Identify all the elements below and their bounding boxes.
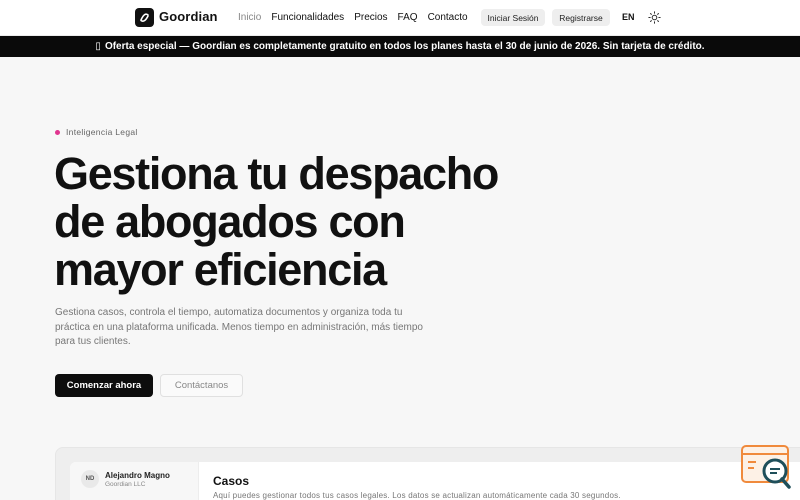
chat-support-icon[interactable]	[741, 445, 793, 490]
hero-headline: Gestiona tu despacho de abogados con may…	[54, 150, 574, 294]
hero-subtext: Gestiona casos, controla el tiempo, auto…	[55, 307, 423, 347]
app-preview-sidebar: ND Alejandro Magno Goordian LLC	[70, 462, 199, 500]
logo-icon[interactable]	[135, 8, 154, 27]
app-preview: ND Alejandro Magno Goordian LLC Casos Aq…	[55, 447, 800, 500]
sun-icon[interactable]	[648, 11, 661, 24]
promo-banner: ▯ Oferta especial — Goordian es completa…	[0, 36, 800, 57]
eyebrow-label: Inteligencia Legal	[66, 127, 138, 137]
brand-name[interactable]: Goordian	[159, 9, 218, 24]
nav-link-inicio[interactable]: Inicio	[238, 12, 261, 23]
nav-link-contacto[interactable]: Contacto	[428, 12, 468, 23]
nav-link-faq[interactable]: FAQ	[398, 12, 418, 23]
login-button[interactable]: Iniciar Sesión	[481, 9, 545, 26]
user-name: Alejandro Magno	[105, 471, 170, 480]
headline-line: Gestiona tu despacho	[54, 148, 499, 199]
nav-links: Inicio Funcionalidades Precios FAQ Conta…	[238, 12, 478, 23]
user-org: Goordian LLC	[105, 481, 146, 488]
nav-link-precios[interactable]: Precios	[354, 12, 387, 23]
top-nav: Goordian Inicio Funcionalidades Precios …	[0, 0, 800, 36]
avatar: ND	[81, 470, 99, 488]
gift-icon: ▯	[95, 41, 101, 52]
headline-line: de abogados con	[54, 196, 406, 247]
section-title: Casos	[213, 474, 250, 488]
section-description: Aquí puedes gestionar todos tus casos le…	[213, 491, 621, 500]
app-preview-window: ND Alejandro Magno Goordian LLC Casos Aq…	[70, 462, 800, 500]
accent-dot	[55, 129, 60, 135]
eyebrow: Inteligencia Legal	[55, 127, 138, 137]
language-toggle[interactable]: EN	[622, 12, 635, 22]
start-now-button[interactable]: Comenzar ahora	[55, 374, 153, 397]
headline-line: mayor eficiencia	[54, 244, 387, 295]
nav-link-funcionalidades[interactable]: Funcionalidades	[271, 12, 344, 23]
logo-mark-icon	[140, 13, 149, 22]
register-button[interactable]: Registrarse	[552, 9, 610, 26]
promo-text: Oferta especial — Goordian es completame…	[104, 41, 705, 52]
contact-us-button[interactable]: Contáctanos	[160, 374, 243, 397]
